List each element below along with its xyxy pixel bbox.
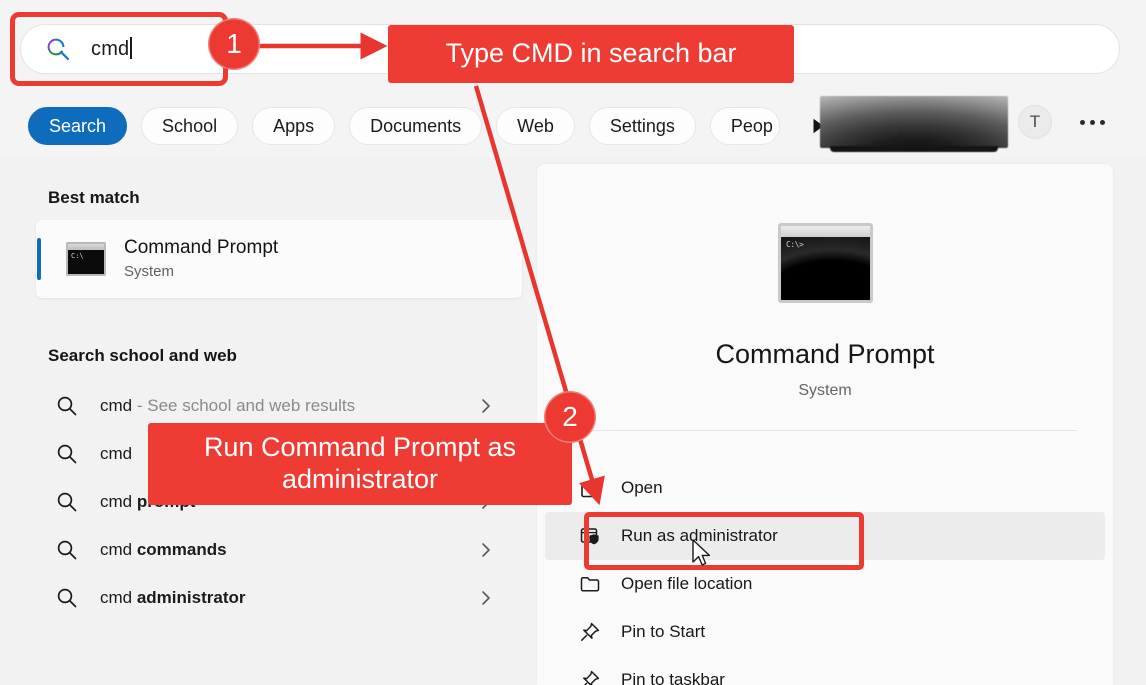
chevron-right-icon — [479, 542, 493, 558]
best-match-texts: Command Prompt System — [124, 235, 278, 283]
page-title: Command Prompt — [715, 339, 935, 369]
action-label: Pin to taskbar — [621, 670, 725, 685]
best-match-result[interactable]: Command Prompt System — [36, 220, 522, 298]
divider — [573, 430, 1077, 431]
windows-search-overlay: cmd Search School Apps Documents Web Set… — [0, 0, 1146, 685]
folder-icon — [579, 573, 601, 595]
tab-settings[interactable]: Settings — [588, 107, 696, 145]
list-item[interactable]: cmd commands — [0, 526, 537, 574]
list-item[interactable]: cmd — [0, 430, 537, 478]
search-icon — [56, 539, 78, 566]
search-icon — [56, 491, 78, 518]
list-item-label: cmd — [100, 444, 133, 463]
best-match-title: Command Prompt — [124, 237, 279, 258]
tab-web[interactable]: Web — [496, 107, 575, 145]
list-item-label: cmd administrator — [100, 588, 246, 607]
action-pin-to-taskbar[interactable]: Pin to taskbar — [537, 656, 1113, 685]
list-item[interactable]: cmd prompt — [0, 478, 537, 526]
action-label: Open — [621, 478, 663, 497]
search-input[interactable]: cmd — [20, 24, 1120, 74]
pin-icon — [579, 669, 601, 685]
app-detail-pane: C:\> Command Prompt System Open Run as a… — [537, 164, 1113, 685]
more-options-icon[interactable] — [1075, 113, 1109, 131]
app-actions-list: Open Run as administrator Open file loca… — [537, 464, 1113, 685]
web-results-heading: Search school and web — [48, 346, 237, 365]
list-item[interactable]: cmd administrator — [0, 574, 537, 622]
chevron-right-icon — [479, 494, 493, 510]
open-in-new-icon — [579, 477, 601, 499]
tab-documents[interactable]: Documents — [349, 107, 483, 145]
action-open[interactable]: Open — [537, 464, 1113, 512]
search-icon — [56, 443, 78, 470]
search-input-value: cmd — [91, 37, 132, 61]
best-match-subtitle: System — [124, 263, 175, 280]
avatar[interactable]: T — [1018, 105, 1052, 139]
search-results-pane: Best match Command Prompt System Search … — [0, 158, 537, 685]
selection-indicator — [37, 238, 41, 280]
icon-titlebar — [781, 226, 870, 237]
tab-search[interactable]: Search — [28, 107, 128, 145]
best-match-heading: Best match — [48, 188, 140, 207]
shield-icon — [579, 525, 601, 547]
action-label: Open file location — [621, 574, 753, 593]
tab-school[interactable]: School — [141, 107, 239, 145]
web-results-list: cmd - See school and web results cmd cmd… — [0, 382, 537, 622]
list-item-label: cmd commands — [100, 540, 227, 559]
action-run-as-administrator[interactable]: Run as administrator — [545, 512, 1105, 560]
tab-apps[interactable]: Apps — [252, 107, 336, 145]
search-bar-row: cmd — [0, 0, 1146, 92]
text-caret — [130, 37, 132, 59]
page-subtitle: System — [798, 382, 852, 399]
command-prompt-icon — [66, 242, 106, 276]
pin-icon — [579, 621, 601, 643]
chevron-right-icon — [479, 398, 493, 414]
blurred-thumbnail — [820, 96, 1008, 152]
icon-prompt-text: C:\> — [786, 240, 804, 249]
list-item-label: cmd prompt — [100, 492, 196, 511]
action-pin-to-start[interactable]: Pin to Start — [537, 608, 1113, 656]
list-item[interactable]: cmd - See school and web results — [0, 382, 537, 430]
search-icon — [56, 395, 78, 422]
search-icon — [45, 36, 71, 62]
action-label: Run as administrator — [621, 526, 778, 545]
filter-tabs: Search School Apps Documents Web Setting… — [28, 106, 828, 146]
list-item-label: cmd - See school and web results — [100, 396, 356, 415]
action-label: Pin to Start — [621, 622, 706, 641]
tab-people[interactable]: Peop — [709, 107, 780, 145]
command-prompt-icon: C:\> — [778, 223, 873, 303]
chevron-right-icon — [479, 590, 493, 606]
search-icon — [56, 587, 78, 614]
action-open-file-location[interactable]: Open file location — [537, 560, 1113, 608]
